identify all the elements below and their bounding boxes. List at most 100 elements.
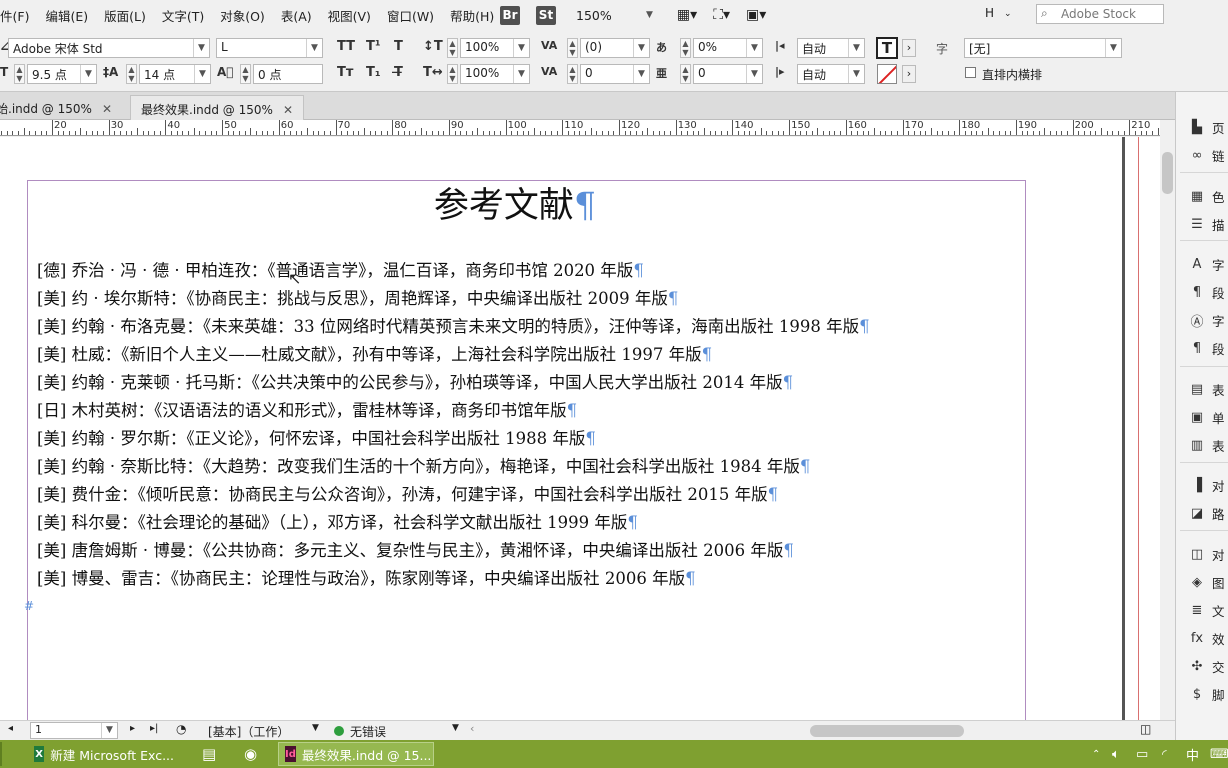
panel-button[interactable]: $ 脚 [1188, 683, 1225, 705]
screen-mode-icon[interactable]: ⛶▾ [713, 7, 730, 23]
chevron-down-icon[interactable]: ▼ [312, 723, 319, 733]
taskbar-indesign[interactable]: Id 最终效果.indd @ 15... [278, 742, 434, 766]
last-page-icon[interactable]: ▸| [150, 723, 158, 734]
chevron-down-icon[interactable]: ▼ [101, 723, 117, 738]
stock-button[interactable]: St [536, 5, 556, 25]
chevron-down-icon[interactable]: ▼ [633, 65, 649, 83]
kerning-field[interactable]: (0) ▼ [580, 38, 650, 58]
tsume-stepper[interactable]: ▲ ▼ [240, 64, 251, 84]
open-page-icon[interactable]: ◔ [176, 722, 186, 736]
baseline-stepper[interactable]: ▲ ▼ [680, 38, 691, 58]
panel-button[interactable]: ◈ 图 [1188, 571, 1225, 593]
reference-entry[interactable]: [美] 科尔曼：《社会理论的基础》（上），邓方译，社会科学文献出版社 1999 … [37, 509, 870, 537]
zoom-dropdown-icon[interactable]: ▼ [646, 10, 653, 20]
reference-entry[interactable]: [美] 费什金：《倾听民意：协商民主与公众咨询》，孙涛，何建宇译，中国社会科学出… [37, 481, 870, 509]
panel-button[interactable]: ▤ 表 [1188, 378, 1225, 400]
chevron-down-icon[interactable]: ▼ [513, 65, 529, 83]
stroke-color-swatch[interactable] [877, 64, 897, 84]
menu-window[interactable]: 窗口(W) [379, 6, 442, 25]
tray-up-icon[interactable]: ⌃ [1086, 742, 1106, 766]
horizontal-ruler[interactable]: 20 30 40 50 60 70 80 90 100 110 120 130 140 150 160 170… [0, 120, 1160, 136]
skew-field[interactable]: 0 ▼ [693, 64, 763, 84]
panel-button[interactable]: ☰ 描 [1188, 213, 1224, 235]
leading-field[interactable]: 14 点 ▼ [139, 64, 211, 84]
reference-entry[interactable]: [美] 约 · 埃尔斯特：《协商民主：挑战与反思》，周艳辉译，中央编译出版社 2… [37, 285, 870, 313]
font-style-field[interactable]: L ▼ [216, 38, 323, 58]
tracking-stepper[interactable]: ▲ ▼ [567, 64, 578, 84]
underline-icon[interactable]: T [394, 39, 403, 54]
horizontal-scale-field[interactable]: 100% ▼ [460, 64, 530, 84]
fill-color-swatch[interactable]: T [876, 37, 898, 59]
panel-button[interactable]: ▥ 表 [1188, 434, 1225, 456]
chevron-right-icon[interactable]: › [902, 65, 916, 83]
chevron-down-icon[interactable]: ▼ [193, 39, 209, 57]
menu-file[interactable]: 件(F) [0, 6, 37, 25]
panel-button[interactable]: ◪ 路 [1188, 502, 1225, 524]
arrange-documents-icon[interactable]: ▣▾ [746, 7, 766, 23]
panel-button[interactable]: ≣ 文 [1188, 599, 1225, 621]
page-number-field[interactable]: 1 ▼ [30, 722, 118, 739]
zoom-level[interactable]: 150% [576, 8, 640, 23]
chevron-down-icon[interactable]: ▼ [306, 39, 322, 57]
menu-object[interactable]: 对象(O) [212, 6, 273, 25]
menu-help[interactable]: 帮助(H) [442, 6, 502, 25]
taskbar-excel[interactable]: X 新建 Microsoft Exc... [28, 742, 180, 766]
panel-button[interactable]: ▙ 页 [1188, 116, 1225, 138]
reference-entry[interactable]: [美] 约翰 · 奈斯比特：《大趋势：改变我们生活的十个新方向》，梅艳译，中国社… [37, 453, 870, 481]
chevron-down-icon[interactable]: ▼ [1105, 39, 1121, 57]
first-page-icon[interactable]: ◂ [8, 723, 13, 734]
vscale-stepper[interactable]: ▲ ▼ [447, 38, 458, 58]
view-options-icon[interactable]: ▦▾ [677, 7, 697, 23]
chevron-down-icon[interactable]: ▼ [80, 65, 96, 83]
aki-after-field[interactable]: 自动 ▼ [797, 64, 865, 84]
chevron-down-icon[interactable]: ▼ [848, 65, 864, 83]
workspace-switcher[interactable]: H [985, 6, 994, 20]
tab-final-doc[interactable]: 最终效果.indd @ 150% ✕ [130, 95, 304, 120]
reference-entry[interactable]: [日] 木村英树：《汉语语法的语义和形式》，雷桂林等译，商务印书馆年版¶ [37, 397, 870, 425]
panel-button[interactable]: ✣ 交 [1188, 655, 1225, 677]
reference-entry[interactable]: [美] 约翰 · 罗尔斯：《正义论》，何怀宏译，中国社会科学出版社 1988 年… [37, 425, 870, 453]
panel-button[interactable]: ∞ 链 [1188, 144, 1225, 166]
reference-entry[interactable]: [美] 约翰 · 布洛克曼：《未来英雄：33 位网络时代精英预言未来文明的特质》… [37, 313, 870, 341]
close-icon[interactable]: ✕ [102, 102, 112, 116]
file-explorer-icon[interactable]: ▤ [196, 742, 222, 766]
panel-button[interactable]: ▐ 对 [1188, 474, 1225, 496]
panel-button[interactable]: A字 [1188, 253, 1225, 275]
font-size-field[interactable]: 9.5 点 ▼ [27, 64, 97, 84]
menu-type[interactable]: 文字(T) [154, 6, 212, 25]
baseline-field[interactable]: 0% ▼ [693, 38, 763, 58]
chevron-right-icon[interactable]: › [902, 39, 916, 57]
leading-stepper[interactable]: ▲ ▼ [126, 64, 137, 84]
tsume-field[interactable]: 0 点 [253, 64, 323, 84]
preflight-status[interactable]: 无错误 [350, 723, 386, 740]
network-icon[interactable]: ▭ [1130, 742, 1154, 766]
bridge-button[interactable]: Br [500, 5, 520, 25]
scroll-left-icon[interactable]: ‹ [470, 722, 474, 735]
all-caps-icon[interactable]: TT [337, 39, 355, 54]
chevron-down-icon[interactable]: ▼ [746, 65, 762, 83]
chevron-down-icon[interactable]: ▼ [633, 39, 649, 57]
stock-search-field[interactable]: ⌕ Adobe Stock [1036, 4, 1164, 24]
menu-layout[interactable]: 版面(L) [96, 6, 154, 25]
panel-button[interactable]: ◫ 对 [1188, 543, 1225, 565]
start-edge[interactable] [0, 742, 2, 766]
chevron-down-icon[interactable]: ▼ [848, 39, 864, 57]
reference-entry[interactable]: [德] 乔治 · 冯 · 德 · 甲柏连孜：《普通语言学》，温仁百译，商务印书馆… [37, 257, 870, 285]
small-caps-icon[interactable]: Tт [337, 65, 353, 80]
chevron-down-icon[interactable]: ▼ [746, 39, 762, 57]
next-page-icon[interactable]: ▸ [130, 723, 135, 734]
reference-list[interactable]: [德] 乔治 · 冯 · 德 · 甲柏连孜：《普通语言学》，温仁百译，商务印书馆… [37, 257, 870, 593]
horizontal-scroll-thumb[interactable] [810, 725, 964, 737]
panel-button[interactable]: Ⓐ 字 [1188, 309, 1224, 331]
subscript-icon[interactable]: T₁ [366, 65, 381, 80]
split-view-icon[interactable]: ◫ [1140, 722, 1151, 736]
aki-before-field[interactable]: 自动 ▼ [797, 38, 865, 58]
document-canvas[interactable]: 参考文献¶ [德] 乔治 · 冯 · 德 · 甲柏连孜：《普通语言学》，温仁百译… [0, 137, 1160, 725]
font-family-field[interactable]: Adobe 宋体 Std ▼ [8, 38, 210, 58]
reference-entry[interactable]: [美] 约翰 · 克莱顿 · 托马斯：《公共决策中的公民参与》，孙柏瑛等译，中国… [37, 369, 870, 397]
strikethrough-icon[interactable]: T̶ [394, 65, 403, 80]
keyboard-icon[interactable]: ⌨ [1204, 742, 1228, 766]
reference-entry[interactable]: [美] 杜威：《新旧个人主义——杜威文献》，孙有中等译，上海社会科学院出版社 1… [37, 341, 870, 369]
chevron-down-icon[interactable]: ▼ [452, 723, 459, 733]
menu-view[interactable]: 视图(V) [320, 6, 379, 25]
